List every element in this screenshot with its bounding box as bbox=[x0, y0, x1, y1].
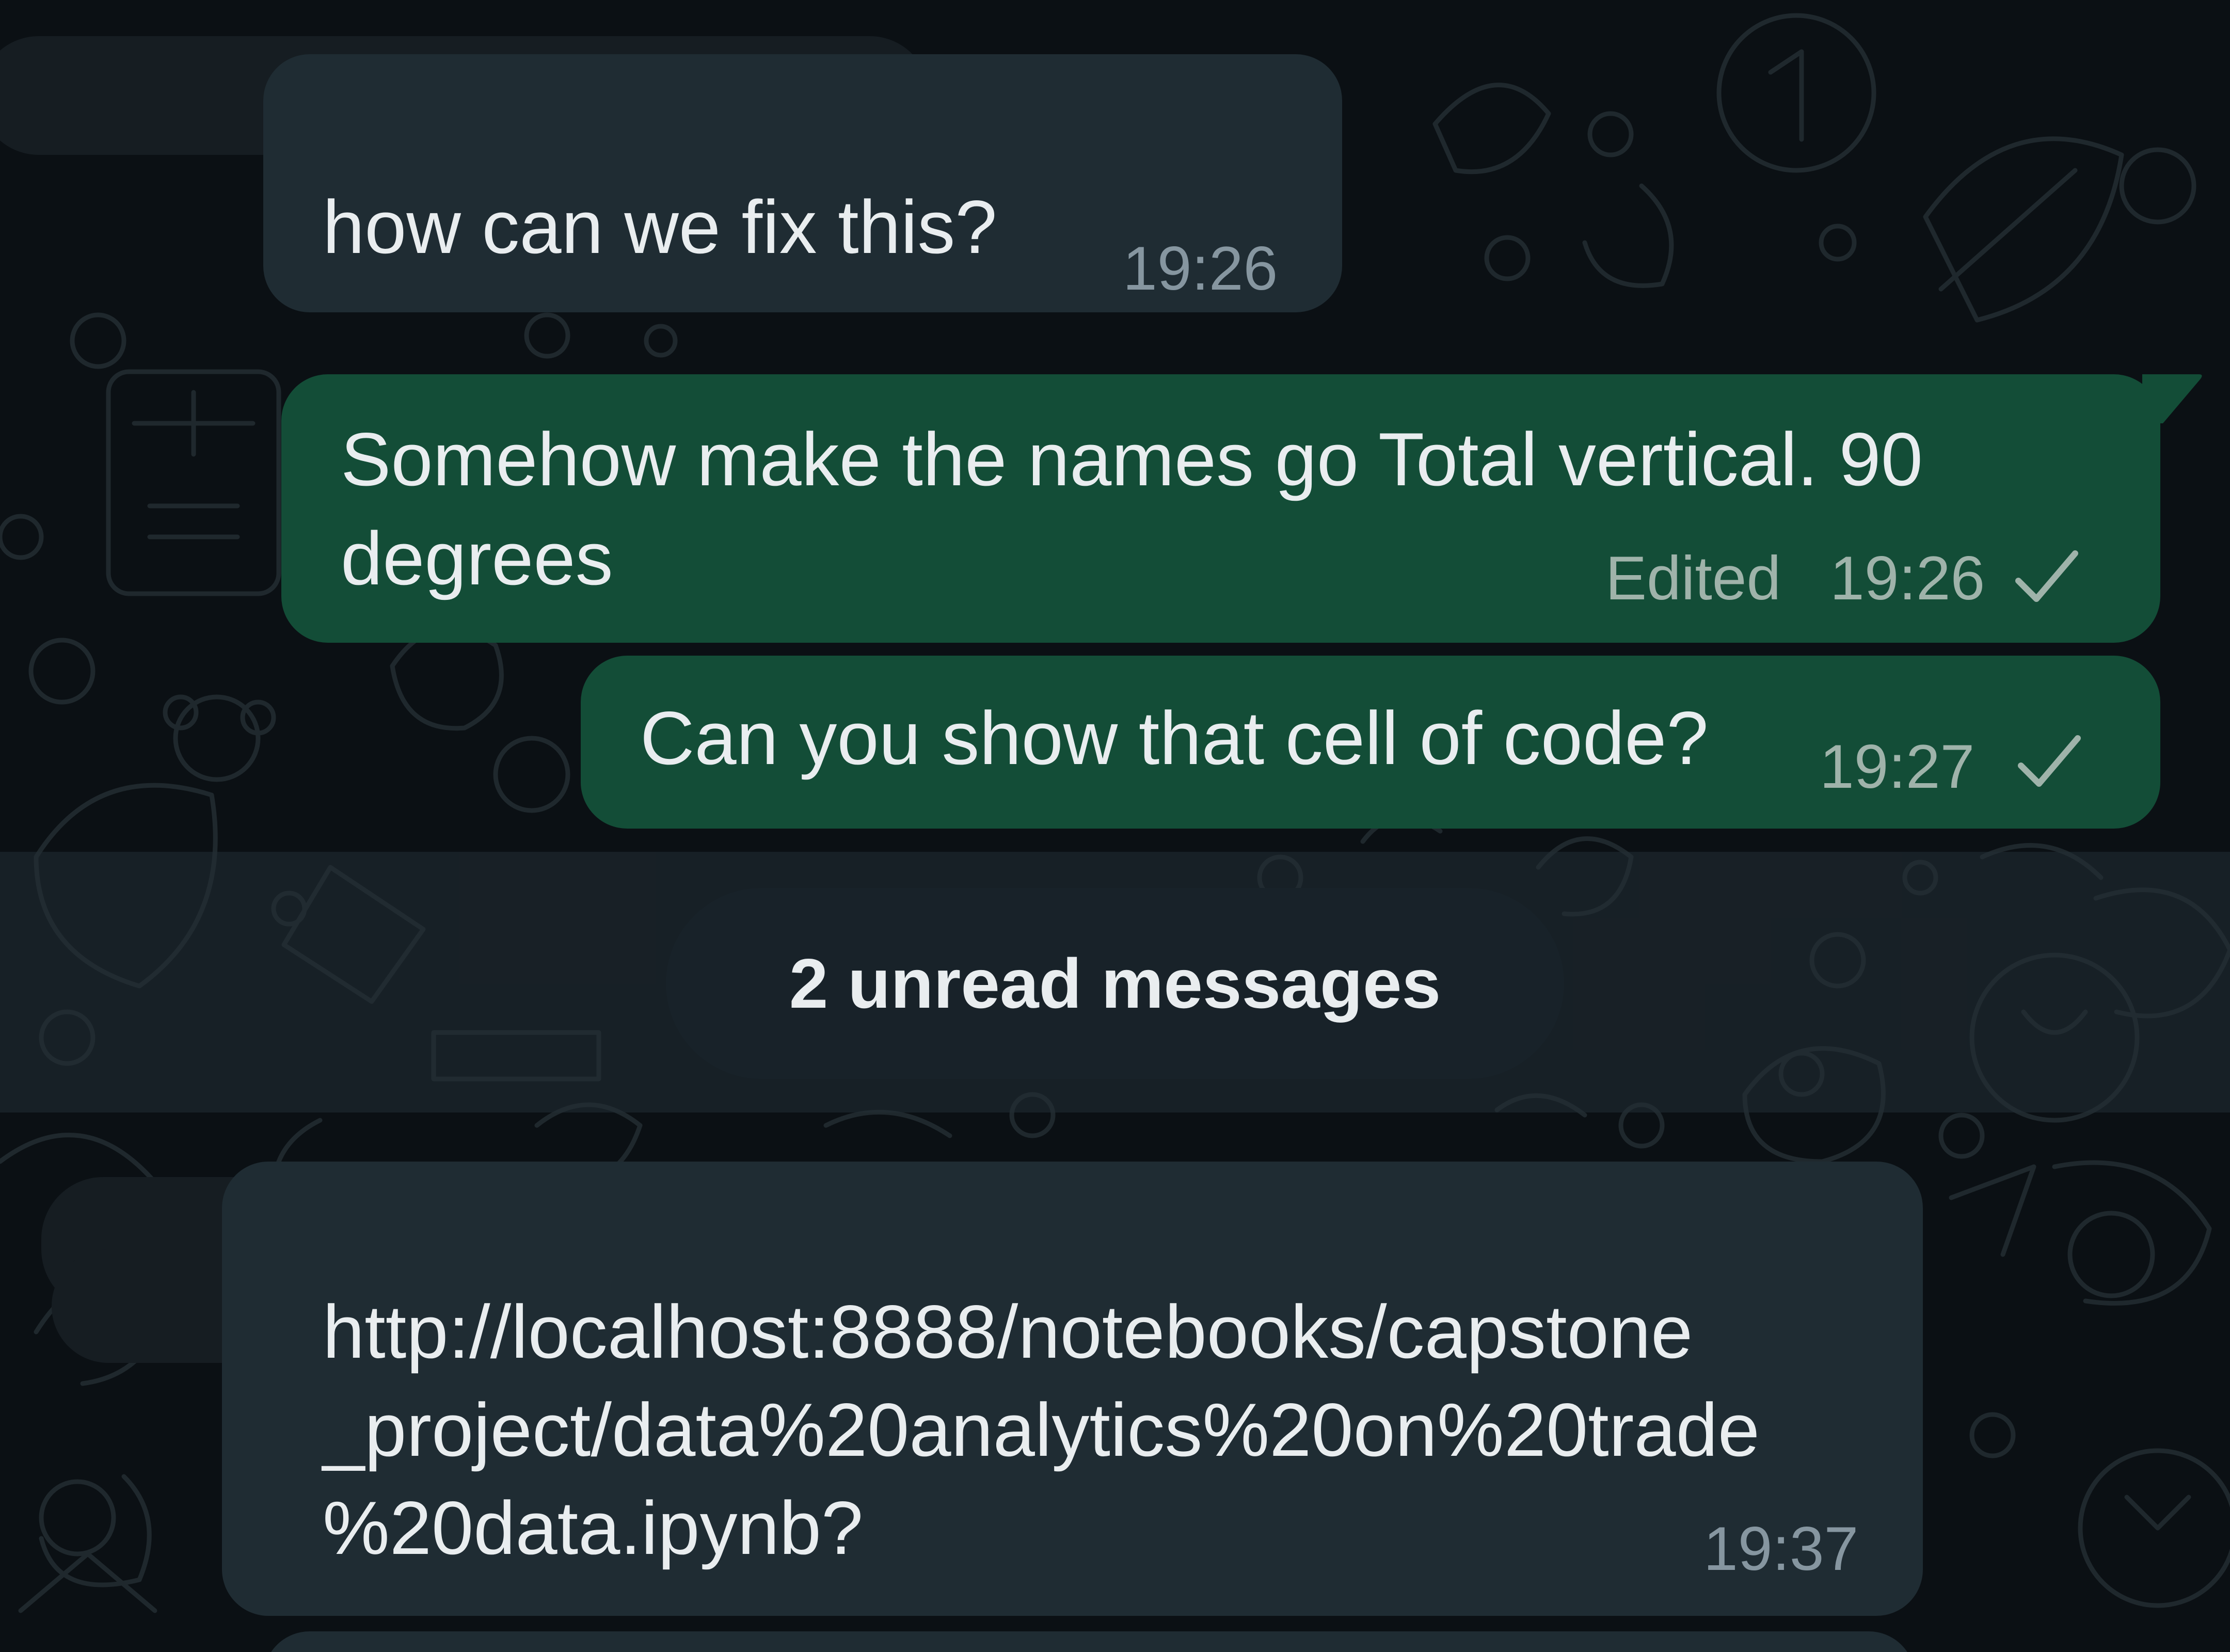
message-link-line-2[interactable]: _project/data%20analytics%20on%20trade bbox=[323, 1381, 1760, 1479]
incoming-message-bubble[interactable]: how can we fix this? 19:26 bbox=[263, 54, 1342, 312]
message-text: how can we fix this? bbox=[323, 185, 997, 269]
message-link-line-1[interactable]: http://localhost:8888/notebooks/capstone bbox=[323, 1283, 1693, 1381]
message-link-line-3[interactable]: %20data.ipynb? bbox=[323, 1479, 863, 1577]
message-text-line-2: degrees bbox=[341, 516, 613, 600]
unread-messages-label: 2 unread messages bbox=[789, 944, 1441, 1023]
single-check-icon bbox=[2018, 735, 2081, 787]
unread-messages-divider: 2 unread messages bbox=[666, 888, 1564, 1079]
outgoing-message-bubble[interactable]: Somehow make the names go Total vertical… bbox=[281, 374, 2160, 643]
message-time: 19:26 bbox=[1830, 544, 1985, 613]
message-text-line-1: Somehow make the names go Total vertical… bbox=[341, 417, 1923, 501]
incoming-message-bubble[interactable]: http://localhost:8888/notebooks/capstone… bbox=[222, 1162, 1923, 1616]
message-text: Can you show that cell of code? bbox=[640, 696, 1709, 780]
next-incoming-message-bubble[interactable] bbox=[263, 1631, 1915, 1652]
edited-label: Edited bbox=[1605, 544, 1781, 613]
message-time: 19:26 bbox=[1123, 234, 1278, 303]
outgoing-message-bubble[interactable]: Can you show that cell of code? 19:27 bbox=[581, 656, 2160, 829]
message-time: 19:37 bbox=[1703, 1514, 1859, 1583]
single-check-icon bbox=[2015, 550, 2078, 602]
message-time: 19:27 bbox=[1820, 732, 1975, 801]
outgoing-bubble-tail bbox=[2142, 374, 2202, 423]
